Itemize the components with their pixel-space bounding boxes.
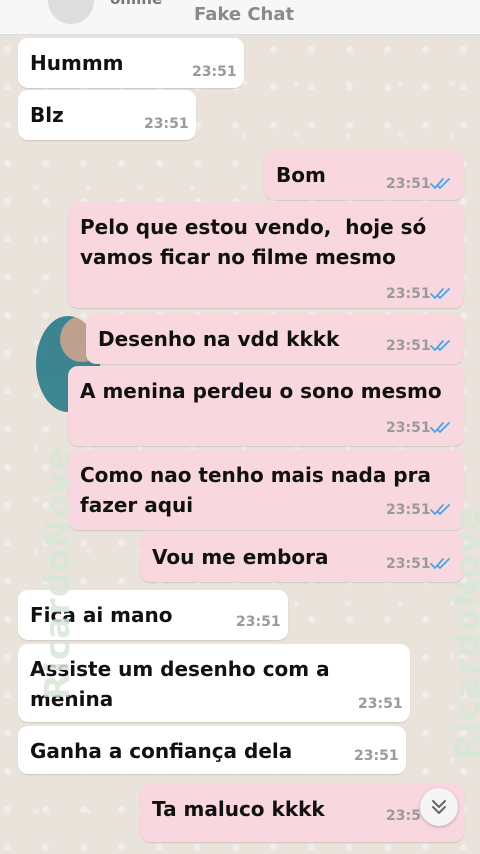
message-text: A menina perdeu o sono mesmo bbox=[80, 379, 442, 403]
message-text: Pelo que estou vendo, hoje só vamos fica… bbox=[80, 215, 434, 269]
message-bubble[interactable]: Blz 23:51 bbox=[18, 90, 196, 140]
watermark-text-left: RicardoNove bbox=[38, 446, 78, 700]
message-time: 23:51 bbox=[144, 116, 189, 132]
message-text: Blz bbox=[30, 103, 64, 127]
message-time: 23:51 bbox=[386, 420, 431, 436]
message-bubble[interactable]: Ta maluco kkkk 23:5 bbox=[140, 784, 464, 842]
message-bubble[interactable]: Vou me embora 23:51 bbox=[140, 532, 464, 582]
message-time: 23:5 bbox=[386, 808, 421, 824]
scroll-to-bottom-button[interactable] bbox=[420, 788, 458, 826]
watermark-text-right: RicardoNove bbox=[448, 506, 480, 760]
message-text: Assiste um desenho com a menina bbox=[30, 657, 337, 711]
message-bubble[interactable]: Ganha a confiança dela 23:51 bbox=[18, 726, 406, 774]
message-text: Vou me embora bbox=[152, 545, 329, 569]
double-check-icon bbox=[430, 178, 452, 190]
contact-status: online bbox=[110, 0, 162, 8]
message-time: 23:51 bbox=[386, 338, 431, 354]
message-time: 23:51 bbox=[354, 748, 399, 764]
message-bubble[interactable]: Hummm 23:51 bbox=[18, 38, 244, 88]
message-time: 23:51 bbox=[386, 502, 431, 518]
message-bubble[interactable]: A menina perdeu o sono mesmo 23:51 bbox=[68, 366, 464, 446]
message-time: 23:51 bbox=[386, 286, 431, 302]
double-check-icon bbox=[430, 288, 452, 300]
message-bubble[interactable]: Pelo que estou vendo, hoje só vamos fica… bbox=[68, 202, 464, 308]
message-bubble[interactable]: Como nao tenho mais nada pra fazer aqui … bbox=[68, 450, 464, 530]
message-time: 23:51 bbox=[386, 176, 431, 192]
contact-avatar[interactable] bbox=[48, 0, 94, 24]
message-time: 23:51 bbox=[192, 64, 237, 80]
message-text: Hummm bbox=[30, 51, 124, 75]
message-bubble[interactable]: Bom 23:51 bbox=[264, 150, 464, 200]
double-check-icon bbox=[430, 340, 452, 352]
message-text: Desenho na vdd kkkk bbox=[98, 327, 340, 351]
chat-header: online Fake Chat bbox=[0, 0, 480, 35]
message-text: Bom bbox=[276, 163, 326, 187]
message-time: 23:51 bbox=[386, 556, 431, 572]
chevron-double-down-icon bbox=[432, 800, 446, 814]
message-text: Ta maluco kkkk bbox=[152, 797, 325, 821]
chat-title: Fake Chat bbox=[194, 4, 295, 25]
double-check-icon bbox=[430, 422, 452, 434]
message-text: Ganha a confiança dela bbox=[30, 739, 293, 763]
message-time: 23:51 bbox=[236, 614, 281, 630]
message-time: 23:51 bbox=[358, 696, 403, 712]
message-bubble[interactable]: Desenho na vdd kkkk 23:51 bbox=[86, 314, 464, 364]
